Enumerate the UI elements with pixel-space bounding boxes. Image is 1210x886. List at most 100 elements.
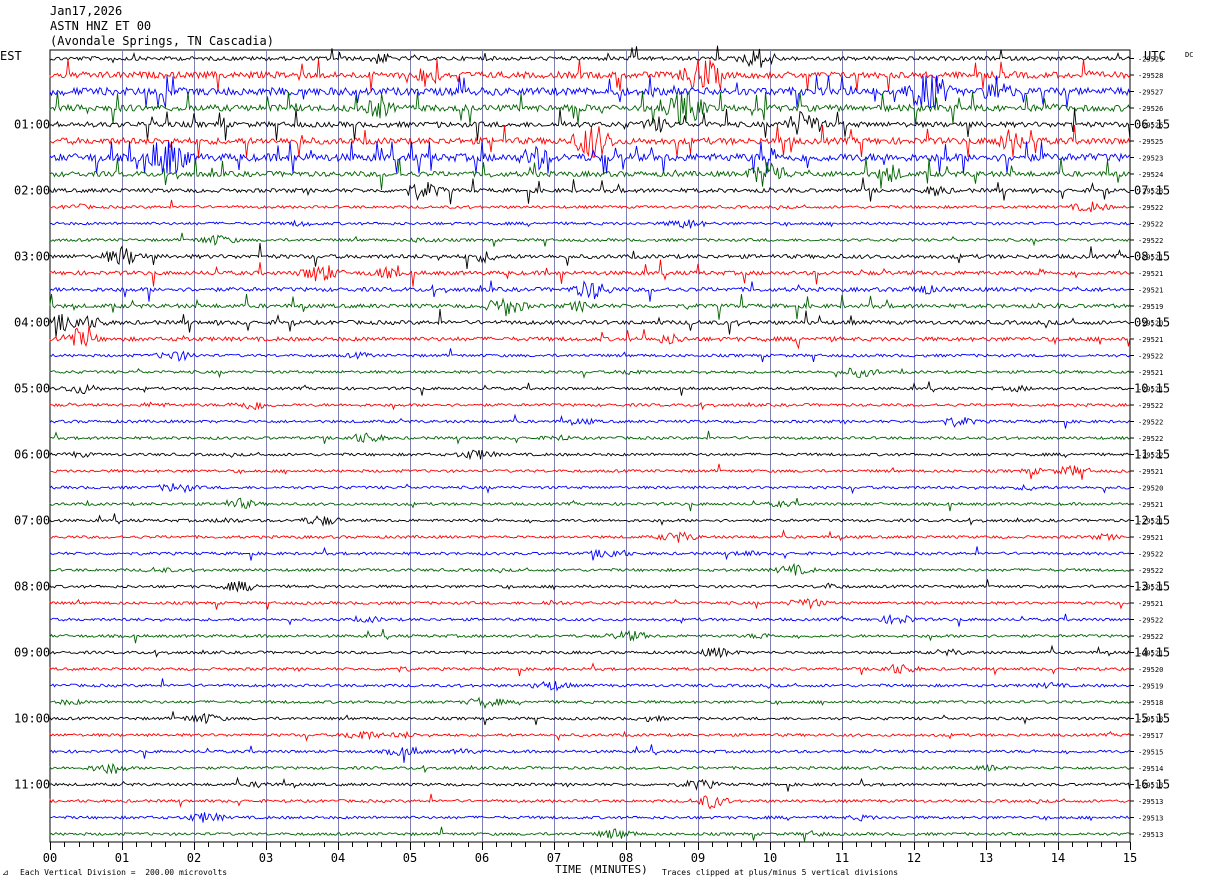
hour-label-right: 15:15 [1134,712,1170,726]
hour-label-left: 01:00 [14,118,50,132]
trace-34-red [49,598,1131,610]
hour-label-left: 09:00 [14,646,50,660]
trace-offset-label: -29522 [1138,221,1163,229]
trace-31-blue [49,546,1131,561]
trace-32-green [49,562,1131,576]
trace-6-red [49,124,1131,158]
trace-offset-label: -29527 [1138,89,1163,97]
trace-43-blue [49,744,1131,763]
clip-note: Traces clipped at plus/minus 5 vertical … [662,868,899,877]
hour-label-left: 04:00 [14,316,50,330]
hour-label-right: 11:15 [1134,448,1170,462]
trace-29-black [49,513,1131,527]
trace-46-red [49,793,1131,810]
x-axis-title: TIME (MINUTES) [555,863,648,876]
x-tick-label: 09 [691,851,705,865]
trace-13-black [49,242,1131,269]
trace-offset-label: -29518 [1138,699,1163,707]
trace-offset-label: -29522 [1138,633,1163,641]
hour-label-right: 09:15 [1134,316,1170,330]
trace-27-blue [49,483,1131,495]
trace-41-black [49,711,1131,726]
trace-offset-label: -29522 [1138,204,1163,212]
x-tick-label: 03 [259,851,273,865]
hour-label-right: 16:15 [1134,778,1170,792]
x-tick-label: 14 [1051,851,1065,865]
hour-label-right: 12:15 [1134,514,1170,528]
x-tick-label: 12 [907,851,921,865]
trace-offset-label: -29523 [1138,155,1163,163]
trace-14-red [49,259,1131,287]
trace-offset-label: -29522 [1138,419,1163,427]
x-tick-label: 01 [115,851,129,865]
trace-44-green [49,762,1131,775]
trace-offset-label: -29520 [1138,485,1163,493]
trace-offset-label: -29521 [1138,336,1163,344]
x-tick-label: 15 [1123,851,1137,865]
x-tick-label: 00 [43,851,57,865]
trace-offset-label: -29521 [1138,501,1163,509]
trace-offset-label: -29519 [1138,303,1163,311]
hour-label-left: 05:00 [14,382,50,396]
trace-offset-label: -29515 [1138,749,1163,757]
trace-10-red [49,199,1131,213]
trace-24-green [49,430,1131,445]
scale-note: Each Vertical Division = 200.00 microvol… [20,868,228,877]
trace-offset-label: -29521 [1138,270,1163,278]
trace-offset-label: -29514 [1138,765,1163,773]
hour-label-right: 06:15 [1134,118,1170,132]
trace-39-blue [49,678,1131,692]
trace-25-black [49,449,1131,461]
trace-11-blue [49,219,1131,229]
hour-label-right: 08:15 [1134,250,1170,264]
trace-9-black [49,177,1131,205]
trace-33-black [49,579,1131,593]
trace-22-red [49,401,1131,411]
trace-offset-label: -29520 [1138,666,1163,674]
x-tick-label: 04 [331,851,345,865]
trace-17-black [49,309,1131,338]
trace-16-green [49,293,1131,320]
hour-label-left: 11:00 [14,778,50,792]
trace-offset-label: -29522 [1138,435,1163,443]
hour-label-left: 06:00 [14,448,50,462]
trace-offset-label: -29513 [1138,815,1163,823]
trace-offset-label: -29521 [1138,600,1163,608]
trace-offset-label: -29526 [1138,105,1163,113]
trace-1-black [49,45,1131,68]
trace-42-red [49,730,1131,742]
trace-offset-label: -29522 [1138,617,1163,625]
trace-offset-label: -29524 [1138,171,1163,179]
hour-label-left: 07:00 [14,514,50,528]
trace-offset-label: -29522 [1138,567,1163,575]
trace-38-red [49,662,1131,677]
trace-offset-label: -29529 [1138,56,1163,64]
trace-40-green [49,696,1131,710]
trace-offset-label: -29521 [1138,468,1163,476]
trace-45-black [49,776,1131,792]
trace-48-green [49,826,1131,842]
trace-26-red [49,463,1131,480]
trace-offset-label: -29521 [1138,534,1163,542]
trace-20-green [49,367,1131,379]
footer-mark: ⊿ [2,868,9,877]
trace-30-red [49,529,1131,543]
trace-12-green [49,232,1131,247]
trace-21-black [49,381,1131,396]
trace-offset-label: -29522 [1138,402,1163,410]
trace-23-blue [49,413,1131,429]
trace-offset-label: -29521 [1138,369,1163,377]
trace-offset-label: -29517 [1138,732,1163,740]
hour-label-left: 08:00 [14,580,50,594]
x-tick-label: 13 [979,851,993,865]
top-right-tag: DC [1185,51,1193,59]
hour-label-left: 02:00 [14,184,50,198]
hour-label-right: 14:15 [1134,646,1170,660]
x-tick-label: 05 [403,851,417,865]
x-tick-label: 10 [763,851,777,865]
trace-offset-label: -29522 [1138,353,1163,361]
trace-8-green [49,157,1131,191]
trace-offset-label: -29513 [1138,831,1163,839]
trace-offset-label: -29525 [1138,138,1163,146]
trace-offset-label: -29528 [1138,72,1163,80]
